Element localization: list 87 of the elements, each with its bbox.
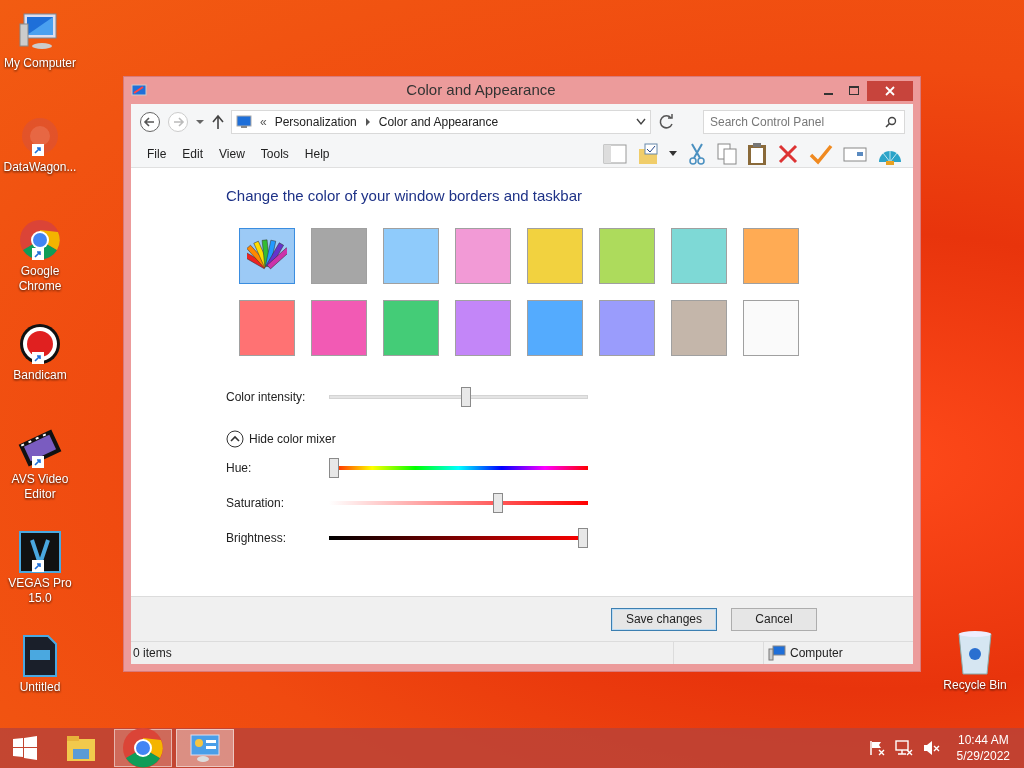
desktop-icon-label[interactable]: Bandicam xyxy=(13,368,67,383)
menu-item[interactable]: File xyxy=(139,144,175,163)
slider-thumb[interactable] xyxy=(329,457,339,478)
desktop-icon-label[interactable]: Recycle Bin xyxy=(943,676,1007,694)
menu-item[interactable]: Tools xyxy=(252,144,297,163)
clipboard-icon[interactable] xyxy=(747,141,767,166)
clock-time: 10:44 AM xyxy=(957,732,1009,748)
color-swatch[interactable] xyxy=(599,299,655,356)
color-swatch[interactable] xyxy=(239,299,295,356)
up-arrow-icon[interactable] xyxy=(211,114,225,130)
checkmark-icon[interactable] xyxy=(809,142,833,165)
dropdown-icon[interactable] xyxy=(669,150,677,157)
desktop-icon-label[interactable]: VEGAS Pro 15.0 xyxy=(0,576,80,606)
taskbar-app[interactable] xyxy=(176,729,234,767)
address-bar[interactable]: « Personalization Color and Appearance xyxy=(231,110,651,134)
close-icon xyxy=(885,85,895,96)
palette-swatch[interactable] xyxy=(239,227,295,284)
chrome-icon xyxy=(18,218,62,262)
save-button[interactable]: Save changes xyxy=(610,607,717,631)
color-slider[interactable] xyxy=(329,527,588,548)
chevron-right-icon[interactable] xyxy=(364,118,371,126)
slider-thumb[interactable] xyxy=(460,386,471,407)
chevron-down-icon[interactable] xyxy=(636,118,646,126)
color-swatch[interactable] xyxy=(599,227,655,284)
flag-icon[interactable] xyxy=(868,740,885,756)
muted-speaker-icon[interactable] xyxy=(922,740,941,756)
color-swatch[interactable] xyxy=(383,299,439,356)
taskbar-app[interactable] xyxy=(114,729,172,767)
intensity-label: Color intensity: xyxy=(226,388,307,406)
slider-thumb[interactable] xyxy=(493,492,504,513)
window-title: Color and Appearance xyxy=(405,80,557,101)
slider-label: Hue: xyxy=(226,459,253,477)
minimize-icon xyxy=(823,92,833,95)
dropdown-icon[interactable] xyxy=(195,117,205,127)
slider-thumb[interactable] xyxy=(578,527,588,548)
back-icon[interactable] xyxy=(139,111,161,133)
page-heading: Change the color of your window borders and taskbar xyxy=(226,186,584,206)
close-button[interactable] xyxy=(867,80,913,101)
color-swatch[interactable] xyxy=(743,299,799,356)
color-slider[interactable] xyxy=(329,492,588,513)
control-panel-icon xyxy=(236,114,252,130)
delete-icon[interactable] xyxy=(777,142,799,165)
color-swatch[interactable] xyxy=(527,299,583,356)
color-swatch[interactable] xyxy=(671,227,727,284)
clock-date: 5/29/2022 xyxy=(956,748,1010,764)
folder-icon xyxy=(65,733,97,763)
desktop-icon-label[interactable]: AVS Video Editor xyxy=(0,472,80,502)
menu-item[interactable]: Help xyxy=(296,144,338,163)
scissors-icon[interactable] xyxy=(687,142,707,165)
vegas-icon xyxy=(18,530,62,574)
color-swatch[interactable] xyxy=(743,227,799,284)
search-field[interactable]: Search Control Panel xyxy=(703,110,905,134)
menu-item[interactable]: Edit xyxy=(174,144,212,163)
color-swatch[interactable] xyxy=(311,299,367,356)
copy-icon[interactable] xyxy=(717,142,737,165)
color-swatch[interactable] xyxy=(455,299,511,356)
status-location: Computer xyxy=(790,645,843,662)
color-slider[interactable] xyxy=(329,457,588,478)
mixer-toggle[interactable]: Hide color mixer xyxy=(226,429,336,448)
color-swatch[interactable] xyxy=(527,227,583,284)
desktop-icon-label[interactable]: Google Chrome xyxy=(0,264,80,294)
menu-item[interactable]: View xyxy=(211,144,253,163)
network-icon[interactable] xyxy=(894,740,913,756)
windows-logo-icon xyxy=(13,736,37,760)
maximize-icon xyxy=(849,85,859,96)
control-panel-icon xyxy=(131,82,147,99)
color-swatch[interactable] xyxy=(311,227,367,284)
slider-label: Brightness: xyxy=(226,529,288,547)
computer-icon xyxy=(768,645,786,661)
properties-icon[interactable] xyxy=(843,144,867,163)
status-text: 0 items xyxy=(132,645,173,662)
folder-check-icon[interactable] xyxy=(637,142,659,165)
clock[interactable]: 10:44 AM 5/29/2022 xyxy=(950,732,1016,764)
breadcrumb[interactable]: Personalization xyxy=(274,113,357,131)
color-swatch[interactable] xyxy=(455,227,511,284)
slider-label: Saturation: xyxy=(226,494,286,512)
breadcrumb[interactable]: Color and Appearance xyxy=(378,113,499,131)
cancel-button[interactable]: Cancel xyxy=(731,607,817,631)
record-icon xyxy=(18,322,62,366)
color-swatch[interactable] xyxy=(671,299,727,356)
search-icon[interactable] xyxy=(885,116,897,128)
color-swatch[interactable] xyxy=(383,227,439,284)
chevron-up-icon xyxy=(226,429,244,448)
chrome-icon xyxy=(121,726,165,768)
address-prefix: « xyxy=(260,114,267,131)
control-panel-icon xyxy=(189,733,221,763)
desktop-icon-label[interactable]: Untitled xyxy=(19,680,61,695)
